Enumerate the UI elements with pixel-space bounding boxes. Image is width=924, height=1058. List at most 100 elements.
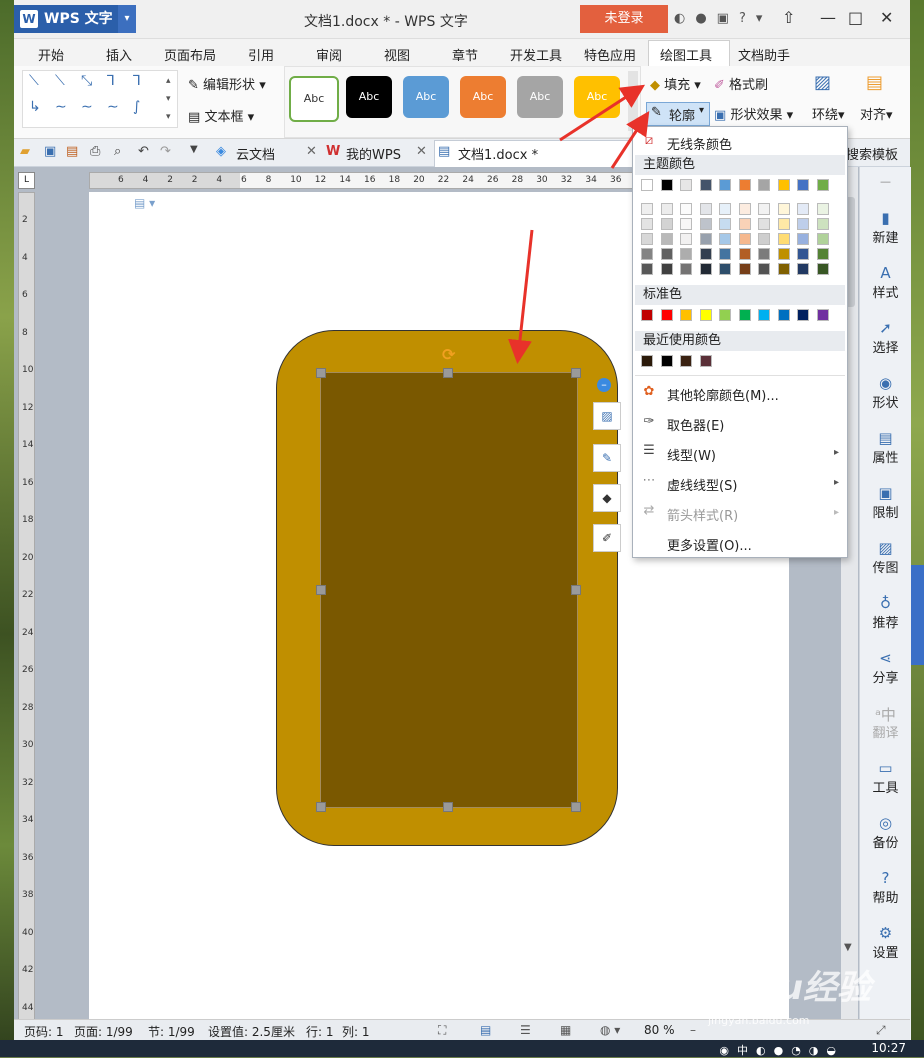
- resize-handle-sw[interactable]: [316, 802, 326, 812]
- pane-settings[interactable]: ⚙ 设置: [860, 924, 911, 961]
- recent-color-swatch[interactable]: [699, 355, 712, 367]
- theme-color-swatch[interactable]: [816, 179, 829, 191]
- menu-special[interactable]: 特色应用: [584, 45, 636, 64]
- line-icon[interactable]: ⟍: [29, 73, 39, 89]
- menu-insert[interactable]: 插入: [106, 45, 132, 64]
- align-button[interactable]: 对齐▾: [860, 104, 893, 123]
- menu-reference[interactable]: 引用: [248, 45, 274, 64]
- more-outline-colors-item[interactable]: ✿ 其他轮廓颜色(M)...: [633, 383, 847, 405]
- theme-shade-swatch[interactable]: [816, 263, 829, 275]
- theme-color-swatch[interactable]: [641, 179, 653, 191]
- theme-shade-swatch[interactable]: [699, 248, 712, 260]
- theme-shade-swatch[interactable]: [816, 203, 829, 215]
- resize-handle-w[interactable]: [316, 585, 326, 595]
- chevron-down-icon[interactable]: ▾: [118, 5, 136, 33]
- standard-color-swatch[interactable]: [641, 309, 653, 321]
- pane-toggle-icon[interactable]: —: [860, 175, 911, 188]
- outline-button[interactable]: ✎ 轮廓 ▾: [646, 102, 710, 126]
- theme-color-swatch[interactable]: [699, 179, 712, 191]
- theme-shade-swatch[interactable]: [680, 233, 692, 245]
- tab-document1[interactable]: 文档1.docx *: [458, 144, 538, 163]
- format-brush-button[interactable]: ✐ 格式刷: [714, 74, 768, 93]
- close-button[interactable]: ✕: [880, 8, 893, 27]
- style-gold[interactable]: Abc: [574, 76, 620, 118]
- theme-shade-swatch[interactable]: [758, 263, 770, 275]
- theme-shade-swatch[interactable]: [660, 203, 673, 215]
- elbow-arrow-icon[interactable]: ⅂: [133, 73, 141, 89]
- rotate-handle-icon[interactable]: ⟳: [442, 345, 455, 364]
- maximize-button[interactable]: □: [848, 8, 863, 27]
- standard-color-swatch[interactable]: [680, 309, 692, 321]
- menu-page-layout[interactable]: 页面布局: [164, 45, 216, 64]
- more-settings-item[interactable]: 更多设置(O)...: [633, 533, 847, 555]
- pane-backup[interactable]: ◎ 备份: [860, 814, 911, 851]
- standard-color-swatch[interactable]: [660, 309, 673, 321]
- tab-cloud-docs[interactable]: 云文档: [236, 144, 275, 163]
- close-icon[interactable]: ✕: [416, 144, 427, 159]
- resize-handle-se[interactable]: [571, 802, 581, 812]
- style-white-green[interactable]: Abc: [289, 76, 339, 122]
- arrow-style-item[interactable]: ⇄ 箭头样式(R) ▸: [633, 503, 847, 525]
- resize-handle-n[interactable]: [443, 368, 453, 378]
- style-gallery-scroll[interactable]: [628, 71, 638, 131]
- pane-upload-image[interactable]: ▨ 传图: [860, 539, 911, 576]
- export-pdf-icon[interactable]: ▤: [66, 144, 78, 159]
- login-button[interactable]: 未登录: [580, 5, 668, 33]
- theme-shade-swatch[interactable]: [758, 248, 770, 260]
- theme-color-swatch[interactable]: [660, 179, 673, 191]
- standard-color-swatch[interactable]: [719, 309, 731, 321]
- theme-color-swatch[interactable]: [719, 179, 731, 191]
- theme-shade-swatch[interactable]: [777, 263, 790, 275]
- theme-color-swatch[interactable]: [680, 179, 692, 191]
- eyedropper-item[interactable]: ✑ 取色器(E): [633, 413, 847, 435]
- scroll-down-icon[interactable]: ▼: [844, 942, 852, 953]
- theme-shade-swatch[interactable]: [797, 263, 809, 275]
- curve-arrow-icon[interactable]: ∼: [81, 99, 93, 115]
- minimize-button[interactable]: —: [820, 8, 836, 27]
- resize-handle-ne[interactable]: [571, 368, 581, 378]
- zoom-out-icon[interactable]: –: [690, 1023, 696, 1037]
- menu-start[interactable]: 开始: [38, 45, 64, 64]
- pane-shape[interactable]: ◉ 形状: [860, 374, 911, 411]
- open-folder-icon[interactable]: ▰: [20, 144, 30, 159]
- theme-shade-swatch[interactable]: [816, 248, 829, 260]
- theme-color-swatch[interactable]: [797, 179, 809, 191]
- theme-shade-swatch[interactable]: [699, 263, 712, 275]
- theme-shade-swatch[interactable]: [797, 218, 809, 230]
- shape-gallery[interactable]: ⟍ ⟍ ⤡ ⅂ ⅂ ↳ ∼ ∼ ∼ ∫: [22, 70, 178, 128]
- theme-shade-swatch[interactable]: [699, 233, 712, 245]
- shape-effects-button[interactable]: ▣ 形状效果 ▾: [714, 104, 793, 123]
- recent-color-swatch[interactable]: [641, 355, 653, 367]
- theme-shade-swatch[interactable]: [758, 218, 770, 230]
- print-preview-icon[interactable]: ⌕: [114, 144, 121, 159]
- theme-shade-swatch[interactable]: [738, 218, 751, 230]
- reading-mode-icon[interactable]: ◍ ▾: [600, 1023, 620, 1037]
- paragraph-marker-icon[interactable]: ▤ ▾: [134, 196, 155, 210]
- pane-properties[interactable]: ▤ 属性: [860, 429, 911, 466]
- text-box-button[interactable]: ▤ 文本框 ▾: [188, 106, 254, 125]
- theme-color-swatch[interactable]: [758, 179, 770, 191]
- fill-bucket-icon[interactable]: ◆: [593, 484, 621, 512]
- pane-help[interactable]: ? 帮助: [860, 869, 911, 906]
- theme-shade-swatch[interactable]: [641, 248, 653, 260]
- fit-page-icon[interactable]: ⤢: [876, 1023, 886, 1038]
- arrow-icon[interactable]: ⟍: [55, 73, 65, 89]
- resize-handle-nw[interactable]: [316, 368, 326, 378]
- theme-shade-swatch[interactable]: [680, 263, 692, 275]
- theme-shade-swatch[interactable]: [777, 218, 790, 230]
- save-icon[interactable]: ▣: [44, 144, 56, 159]
- pane-translate[interactable]: ᵃ中 翻译: [860, 704, 911, 741]
- recent-color-swatch[interactable]: [660, 355, 673, 367]
- resize-handle-e[interactable]: [571, 585, 581, 595]
- theme-shade-swatch[interactable]: [660, 218, 673, 230]
- undo-icon[interactable]: ↶: [138, 144, 149, 159]
- theme-shade-swatch[interactable]: [641, 263, 653, 275]
- horizontal-ruler[interactable]: 6 4 2 2 4 6 8 10 12 14 16 18 20 22 24 26 28 30 32 34 36: [89, 172, 661, 189]
- theme-shade-swatch[interactable]: [777, 203, 790, 215]
- resize-handle-s[interactable]: [443, 802, 453, 812]
- theme-shade-swatch[interactable]: [816, 233, 829, 245]
- gallery-scroll-icon[interactable]: ▴ ▾ ▾: [166, 72, 171, 126]
- menu-view[interactable]: 视图: [384, 45, 410, 64]
- style-orange[interactable]: Abc: [460, 76, 506, 118]
- theme-shade-swatch[interactable]: [719, 203, 731, 215]
